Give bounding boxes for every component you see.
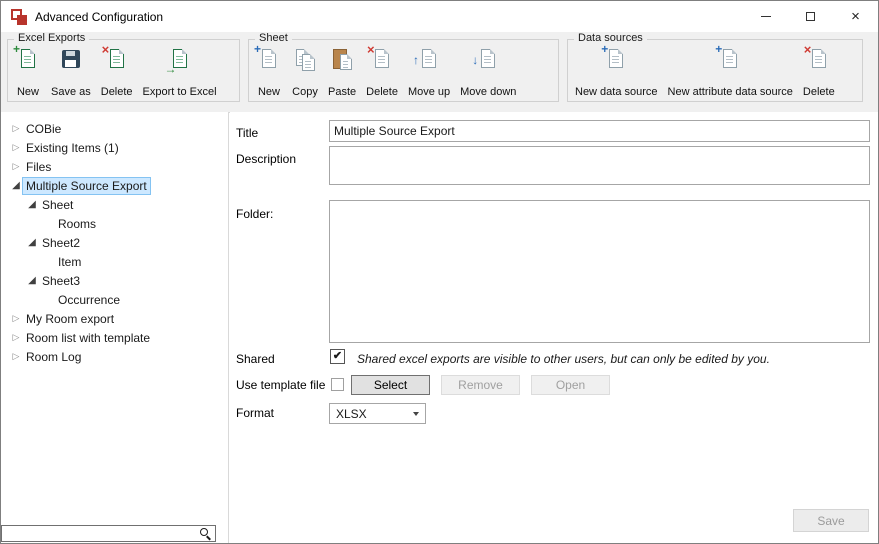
tree-item-rooms[interactable]: Rooms (1, 214, 228, 233)
toolbar-group-excel-exports: Excel Exports New Save as Delete Export … (7, 39, 240, 102)
shared-note: Shared excel exports are visible to othe… (357, 352, 770, 366)
format-dropdown[interactable]: XLSX (329, 403, 426, 424)
title-bar: Advanced Configuration × (1, 1, 878, 32)
save-as-icon (58, 47, 84, 73)
move-down-icon (475, 47, 501, 73)
format-dropdown-value: XLSX (336, 407, 367, 421)
new-excel-export-button[interactable]: New (10, 42, 46, 101)
folder-label: Folder: (236, 207, 273, 221)
minimize-icon (761, 16, 771, 17)
tree-item-room-log[interactable]: ▷ Room Log (1, 347, 228, 366)
description-label: Description (236, 152, 296, 166)
advanced-configuration-window: Advanced Configuration × Excel Exports N… (0, 0, 879, 544)
tree-expander-icon[interactable]: ▷ (9, 161, 23, 172)
format-label: Format (236, 406, 274, 420)
new-sheet-icon (256, 47, 282, 73)
tree-item-files[interactable]: ▷ Files (1, 157, 228, 176)
tree-expander-icon[interactable]: ◢ (25, 199, 39, 210)
tree-item-cobie[interactable]: ▷ COBie (1, 119, 228, 138)
shared-label: Shared (236, 352, 275, 366)
tree-search-input[interactable] (2, 527, 199, 540)
copy-sheet-icon (292, 47, 318, 73)
app-icon (11, 9, 27, 25)
new-excel-export-icon (15, 47, 41, 73)
use-template-file-checkbox[interactable] (331, 378, 344, 391)
tree-item-room-list-with-template[interactable]: ▷ Room list with template (1, 328, 228, 347)
tree-item-sheet2[interactable]: ◢ Sheet2 (1, 233, 228, 252)
tree-item-my-room-export[interactable]: ▷ My Room export (1, 309, 228, 328)
export-settings-form: Title Description Folder: Shared ✔ Share… (230, 112, 878, 543)
delete-sheet-icon (369, 47, 395, 73)
window-controls: × (743, 1, 878, 32)
tree-item-item[interactable]: Item (1, 252, 228, 271)
export-tree: ▷ COBie ▷ Existing Items (1) ▷ Files ◢ M… (1, 112, 228, 366)
toolbar: Excel Exports New Save as Delete Export … (1, 32, 878, 113)
window-title: Advanced Configuration (35, 10, 163, 24)
move-up-button[interactable]: Move up (403, 42, 455, 101)
minimize-button[interactable] (743, 1, 788, 32)
save-as-button[interactable]: Save as (46, 42, 96, 101)
export-to-excel-button[interactable]: Export to Excel (138, 42, 222, 101)
close-button[interactable]: × (833, 1, 878, 32)
toolbar-group-sheet: Sheet New Copy Paste Delete (248, 39, 559, 102)
tree-item-sheet3[interactable]: ◢ Sheet3 (1, 271, 228, 290)
tree-item-multiple-source-export[interactable]: ◢ Multiple Source Export (1, 176, 228, 195)
tree-expander-icon[interactable]: ▷ (9, 332, 23, 343)
move-up-icon (416, 47, 442, 73)
toolbar-group-data-sources: Data sources New data source New attribu… (567, 39, 863, 102)
export-to-excel-icon (167, 47, 193, 73)
remove-template-button[interactable]: Remove (441, 375, 520, 395)
group-label: Excel Exports (14, 32, 89, 44)
tree-expander-icon[interactable]: ◢ (25, 275, 39, 286)
title-label: Title (236, 126, 258, 140)
tree-item-occurrence[interactable]: Occurrence (1, 290, 228, 309)
copy-sheet-button[interactable]: Copy (287, 42, 323, 101)
delete-sheet-button[interactable]: Delete (361, 42, 403, 101)
new-data-source-icon (603, 47, 629, 73)
chevron-down-icon (413, 412, 419, 416)
paste-sheet-icon (329, 47, 355, 73)
delete-excel-export-icon (104, 47, 130, 73)
folder-textarea[interactable] (329, 200, 870, 343)
tree-expander-icon[interactable]: ▷ (9, 142, 23, 153)
group-label: Data sources (574, 32, 647, 44)
tree-expander-icon[interactable]: ▷ (9, 123, 23, 134)
delete-data-source-icon (806, 47, 832, 73)
tree-search-box (1, 525, 216, 542)
new-data-source-button[interactable]: New data source (570, 42, 663, 101)
tree-expander-icon[interactable]: ◢ (9, 180, 23, 191)
new-sheet-button[interactable]: New (251, 42, 287, 101)
new-attribute-data-source-icon (717, 47, 743, 73)
paste-sheet-button[interactable]: Paste (323, 42, 361, 101)
tree-expander-icon[interactable]: ◢ (25, 237, 39, 248)
search-icon (199, 527, 212, 540)
export-tree-panel: ▷ COBie ▷ Existing Items (1) ▷ Files ◢ M… (1, 112, 229, 543)
open-template-button[interactable]: Open (531, 375, 610, 395)
save-button[interactable]: Save (793, 509, 869, 532)
delete-excel-export-button[interactable]: Delete (96, 42, 138, 101)
new-attribute-data-source-button[interactable]: New attribute data source (663, 42, 798, 101)
maximize-icon (806, 12, 815, 21)
move-down-button[interactable]: Move down (455, 42, 521, 101)
close-icon: × (851, 9, 860, 24)
description-textarea[interactable] (329, 146, 870, 185)
checkmark-icon: ✔ (333, 351, 342, 362)
delete-data-source-button[interactable]: Delete (798, 42, 840, 101)
tree-item-sheet[interactable]: ◢ Sheet (1, 195, 228, 214)
select-template-button[interactable]: Select (351, 375, 430, 395)
tree-expander-icon[interactable]: ▷ (9, 313, 23, 324)
tree-item-existing-items[interactable]: ▷ Existing Items (1) (1, 138, 228, 157)
title-input[interactable] (329, 120, 870, 142)
shared-checkbox[interactable]: ✔ (330, 349, 345, 364)
maximize-button[interactable] (788, 1, 833, 32)
tree-expander-icon[interactable]: ▷ (9, 351, 23, 362)
use-template-file-label: Use template file (236, 378, 325, 392)
